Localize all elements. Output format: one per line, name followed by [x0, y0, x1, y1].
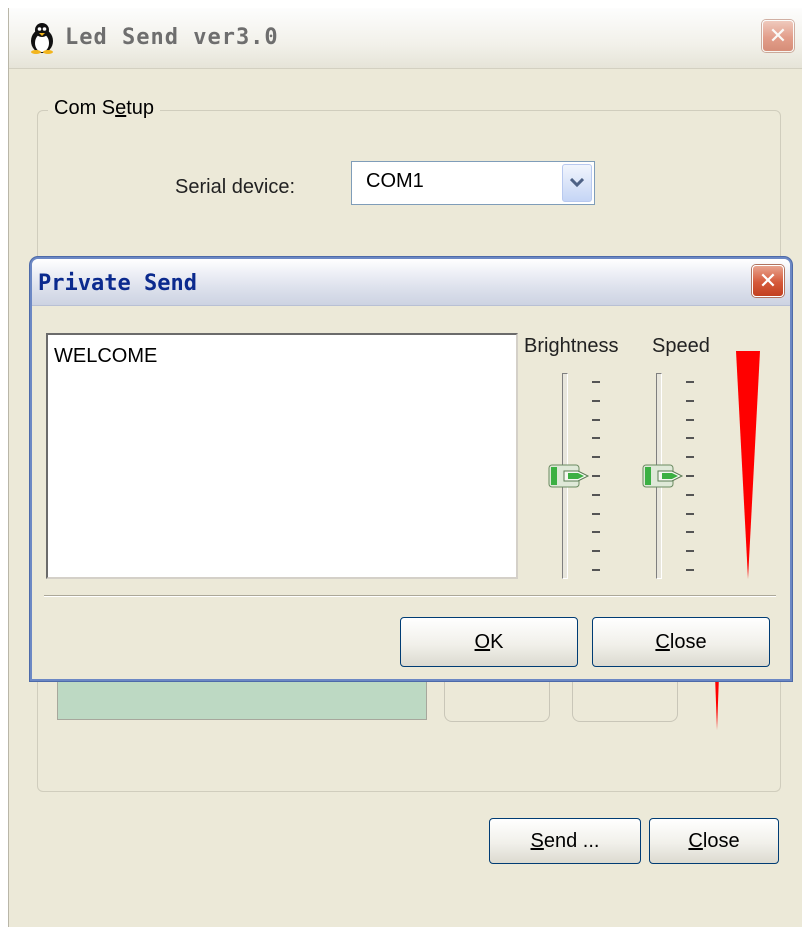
slider-tick [592, 531, 600, 534]
dialog-divider [44, 595, 776, 597]
private-send-dialog: Private Send ✕ WELCOME Brightness Speed … [30, 257, 792, 681]
slider-tick [686, 418, 694, 421]
slider-tick [686, 381, 694, 383]
penguin-icon [31, 23, 53, 54]
level-indicator [736, 351, 760, 579]
close-button[interactable]: Close [649, 818, 779, 864]
dialog-title: Private Send [38, 271, 197, 296]
slider-tick [686, 512, 694, 515]
slider-tick [592, 512, 600, 515]
slider-tick [592, 381, 600, 383]
message-textarea[interactable]: WELCOME [46, 333, 518, 579]
com-setup-label: Com Setup [48, 97, 161, 120]
speed-label: Speed [652, 335, 710, 357]
slider-tick [686, 475, 694, 477]
main-titlebar[interactable]: Led Send ver3.0 ✕ [9, 8, 802, 69]
dialog-titlebar[interactable]: Private Send ✕ [32, 259, 790, 306]
slider-tick [592, 493, 600, 496]
brightness-slider-thumb-icon[interactable] [548, 464, 592, 488]
slider-tick [686, 399, 694, 402]
serial-device-select[interactable]: COM1 [351, 161, 595, 205]
slider-tick [592, 456, 600, 459]
chevron-down-icon[interactable] [562, 164, 592, 202]
speed-slider-thumb-icon[interactable] [642, 464, 686, 488]
slider-tick [686, 493, 694, 496]
slider-tick [592, 475, 600, 477]
slider-tick [686, 437, 694, 440]
slider-tick [686, 550, 694, 553]
dialog-close-button[interactable]: Close [592, 617, 770, 667]
slider-tick [686, 569, 694, 571]
slider-tick [592, 418, 600, 421]
dialog-close-icon[interactable]: ✕ [752, 265, 784, 297]
window-title: Led Send ver3.0 [65, 25, 279, 50]
ok-button[interactable]: OK [400, 617, 578, 667]
slider-tick [686, 456, 694, 459]
serial-device-value: COM1 [366, 170, 424, 192]
window-close-icon[interactable]: ✕ [762, 20, 794, 52]
send-button[interactable]: Send ... [489, 818, 641, 864]
slider-tick [592, 550, 600, 553]
slider-tick [592, 569, 600, 571]
serial-device-label: Serial device: [175, 176, 296, 198]
slider-tick [686, 531, 694, 534]
brightness-label: Brightness [524, 335, 619, 357]
slider-tick [592, 437, 600, 440]
slider-tick [592, 399, 600, 402]
